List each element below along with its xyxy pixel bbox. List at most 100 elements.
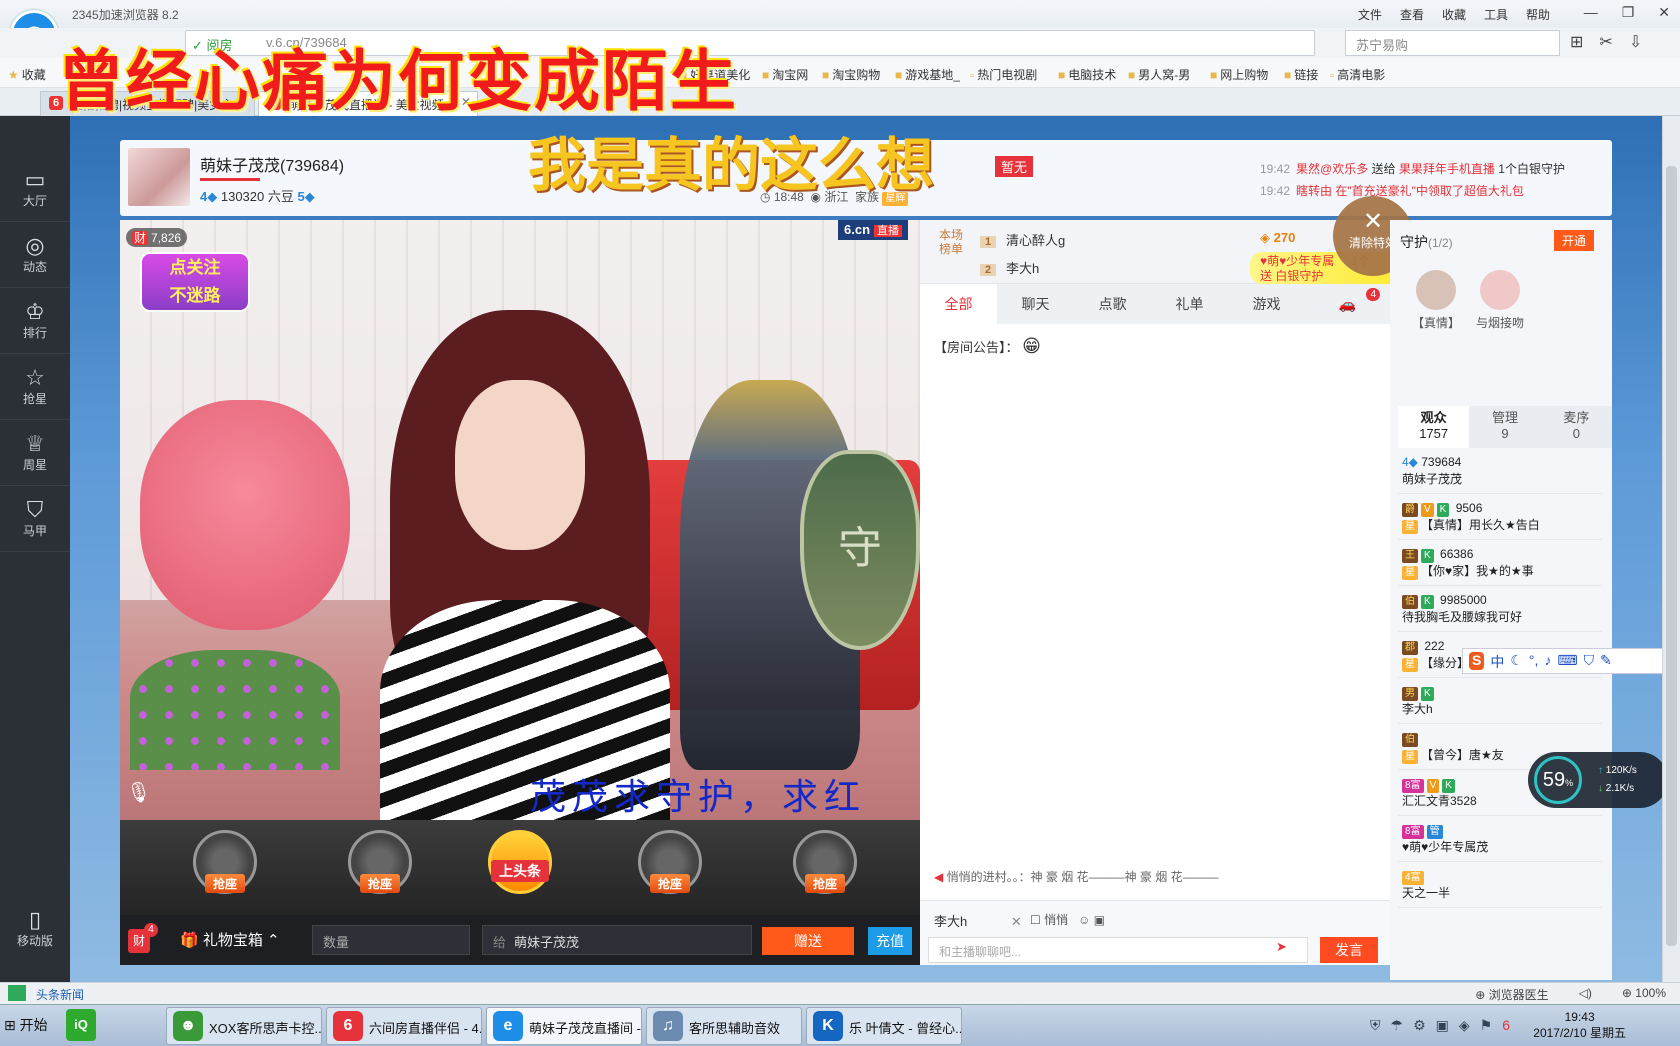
list-item[interactable]: 伯K 9985000 待我胸毛及腰嫁我可好 bbox=[1398, 586, 1602, 632]
tab-games[interactable]: 游戏 bbox=[1228, 284, 1305, 324]
seat-grab[interactable]: 抢座 bbox=[780, 830, 870, 910]
tray-icon[interactable]: ⚑ bbox=[1480, 1017, 1493, 1034]
open-guard-button[interactable]: 开通 bbox=[1554, 230, 1595, 251]
menu-file[interactable]: 文件 bbox=[1358, 6, 1382, 23]
seat-grab[interactable]: 抢座 bbox=[335, 830, 425, 910]
tray-icon[interactable]: 6 bbox=[1502, 1017, 1510, 1034]
tab-audience[interactable]: 观众 1757 bbox=[1398, 406, 1470, 448]
wrench-icon[interactable]: ✎ bbox=[1600, 652, 1612, 670]
bookmark-item[interactable]: ▫ 高清电影 bbox=[1330, 66, 1385, 83]
nav-feed[interactable]: ◎ 动态 bbox=[0, 222, 70, 288]
bookmark-item[interactable]: ★ 收藏 bbox=[8, 66, 46, 83]
rank-row[interactable]: 1 清心醉人g ◈ 270 bbox=[980, 230, 1295, 249]
tray-icon[interactable]: ☂ bbox=[1391, 1017, 1404, 1034]
bookmark-item[interactable]: ■ 淘宝网 bbox=[762, 66, 808, 83]
tab-mic-queue[interactable]: 麦序 0 bbox=[1541, 406, 1612, 448]
punct-icon[interactable]: °, bbox=[1529, 652, 1539, 670]
nav-hall[interactable]: ▭ 大厅 bbox=[0, 156, 70, 222]
bookmark-item[interactable]: ■ 网上购物 bbox=[1210, 66, 1268, 83]
nav-vest[interactable]: ⛉ 马甲 bbox=[0, 486, 70, 552]
mic-icon[interactable]: 🎙 bbox=[126, 780, 151, 810]
maximize-icon[interactable]: ❐ bbox=[1622, 4, 1635, 21]
browser-doctor-button[interactable]: ⊕ 浏览器医生 bbox=[1475, 986, 1548, 1003]
menu-favorites[interactable]: 收藏 bbox=[1442, 6, 1466, 23]
seat-grab[interactable]: 抢座 bbox=[625, 830, 715, 910]
follow-sticker[interactable]: 点关注 不迷路 bbox=[140, 252, 250, 312]
bookmark-item[interactable]: ■ 游戏基地_ bbox=[895, 66, 960, 83]
grid-icon[interactable]: ⊞ bbox=[1570, 32, 1583, 52]
bookmark-item[interactable]: ■ 淘宝购物 bbox=[822, 66, 880, 83]
bookmark-item[interactable]: ■ 链接 bbox=[1284, 66, 1318, 83]
video-player[interactable]: 守 财 7,826 点关注 不迷路 6.cn 直播 🎙 茂茂求守护，求红 bbox=[120, 220, 920, 820]
chinese-mode-icon[interactable]: 中 bbox=[1490, 652, 1504, 670]
search-input[interactable]: 苏宁易购 bbox=[1345, 30, 1560, 56]
taskbar-item[interactable]: 6 六间房直播伴侣 - 4.... bbox=[326, 1007, 482, 1045]
headline-button[interactable]: 上头条 bbox=[475, 830, 565, 910]
page-scrollbar[interactable] bbox=[1662, 116, 1680, 982]
tab-all[interactable]: 全部 bbox=[920, 284, 997, 324]
network-speed-widget[interactable]: 59% ↑ 120K/s ↓ 2.1K/s bbox=[1528, 752, 1668, 808]
list-item[interactable]: 王K 66386 星【你♥家】我★的★事 bbox=[1398, 540, 1602, 586]
speed-rates: ↑ 120K/s ↓ 2.1K/s bbox=[1598, 765, 1637, 794]
chat-input[interactable]: 和主播聊聊吧... bbox=[928, 937, 1308, 963]
rank-row[interactable]: 2李大h◈ 150 bbox=[980, 258, 1295, 277]
moon-icon[interactable]: ☾ bbox=[1510, 652, 1523, 670]
bookmark-item[interactable]: ▫ 热门电视剧 bbox=[970, 66, 1037, 83]
close-icon[interactable]: ✕ bbox=[1658, 4, 1670, 21]
download-icon[interactable]: ⇩ bbox=[1629, 32, 1642, 52]
nav-grab-star[interactable]: ☆ 抢星 bbox=[0, 354, 70, 420]
menu-view[interactable]: 查看 bbox=[1400, 6, 1424, 23]
tray-icon[interactable]: ◈ bbox=[1459, 1017, 1470, 1034]
car-icon[interactable]: 🚗 4 bbox=[1305, 284, 1390, 324]
nav-mobile[interactable]: ▯ 移动版 bbox=[0, 896, 70, 962]
tray-icon[interactable]: ▣ bbox=[1436, 1017, 1449, 1034]
list-item[interactable]: 男 K 李大h bbox=[1398, 678, 1602, 724]
minimize-icon[interactable]: — bbox=[1584, 4, 1598, 21]
paper-plane-icon[interactable]: ➤ bbox=[1276, 939, 1287, 955]
taskbar-item[interactable]: e 萌妹子茂茂直播间 -... bbox=[486, 1007, 642, 1045]
taskbar-item[interactable]: K乐 叶倩文 - 曾经心... bbox=[806, 1007, 962, 1045]
gift-box-button[interactable]: 🎁 礼物宝箱 ⌃ bbox=[180, 929, 280, 950]
list-item[interactable]: 8富管 ♥萌♥少年专属茂 bbox=[1398, 816, 1602, 862]
tab-admins[interactable]: 管理 9 bbox=[1469, 406, 1540, 448]
iqiyi-icon[interactable]: iQ bbox=[66, 1009, 96, 1041]
tab-chat[interactable]: 聊天 bbox=[997, 284, 1074, 324]
taskbar-item[interactable]: ☻ XOX客所思声卡控... bbox=[166, 1007, 322, 1045]
nav-weekly-star[interactable]: ♕ 周星 bbox=[0, 420, 70, 486]
list-item[interactable]: 爵VK 9506 星【真情】用长久★告白 bbox=[1398, 494, 1602, 540]
bookmark-item[interactable]: ■ 电脑技术 bbox=[1058, 66, 1116, 83]
shirt-icon[interactable]: ⛉ bbox=[1584, 652, 1595, 670]
seat-grab[interactable]: 抢座 bbox=[180, 830, 270, 910]
send-message-button[interactable]: 发言 bbox=[1320, 937, 1378, 963]
taskbar-item[interactable]: ♫ 客所思辅助音效 bbox=[646, 1007, 802, 1045]
menu-tools[interactable]: 工具 bbox=[1484, 6, 1508, 23]
menu-help[interactable]: 帮助 bbox=[1526, 6, 1550, 23]
whisper-checkbox[interactable]: ☐ 悄悄 ☺ ▣ bbox=[1030, 911, 1105, 928]
whisper-target[interactable]: 李大h ✕ bbox=[934, 911, 1022, 930]
guard-member[interactable]: 与烟接吻 bbox=[1476, 270, 1524, 331]
guard-member[interactable]: 【真情】 bbox=[1412, 270, 1460, 331]
headline-news-link[interactable]: 头条新闻 bbox=[36, 986, 84, 1003]
list-item[interactable]: 4◆ 739684 萌妹子茂茂 bbox=[1398, 448, 1602, 494]
gift-quantity-input[interactable]: 数量 bbox=[312, 925, 470, 955]
keyboard-icon[interactable]: ⌨ bbox=[1557, 652, 1577, 670]
mic-icon[interactable]: ♪ bbox=[1544, 652, 1551, 670]
tray-icon[interactable]: ⚙ bbox=[1413, 1017, 1426, 1034]
recharge-button[interactable]: 充值 bbox=[868, 927, 912, 955]
send-gift-button[interactable]: 赠送 bbox=[762, 927, 854, 955]
host-name[interactable]: 萌妹子茂茂(739684) bbox=[200, 152, 344, 176]
sogou-icon[interactable]: S bbox=[1469, 652, 1485, 670]
nav-rank[interactable]: ♔ 排行 bbox=[0, 288, 70, 354]
tab-gifts[interactable]: 礼单 bbox=[1151, 284, 1228, 324]
zoom-level[interactable]: ⊕ 100% bbox=[1622, 986, 1666, 1003]
start-button[interactable]: ⊞ 开始 bbox=[4, 1015, 48, 1035]
system-clock[interactable]: 19:43 2017/2/10 星期五 bbox=[1533, 1009, 1626, 1041]
tray-icon[interactable]: ⛨ bbox=[1370, 1017, 1381, 1034]
list-item[interactable]: 4富 天之一半 bbox=[1398, 862, 1602, 908]
gift-recipient-select[interactable]: 给萌妹子茂茂 bbox=[482, 925, 752, 955]
scissors-icon[interactable]: ✂ bbox=[1599, 32, 1612, 52]
bookmark-item[interactable]: ■ 男人窝-男 bbox=[1128, 66, 1190, 83]
tab-song[interactable]: 点歌 bbox=[1074, 284, 1151, 324]
host-avatar[interactable] bbox=[128, 148, 190, 206]
volume-icon[interactable]: ◁) bbox=[1579, 986, 1592, 1003]
